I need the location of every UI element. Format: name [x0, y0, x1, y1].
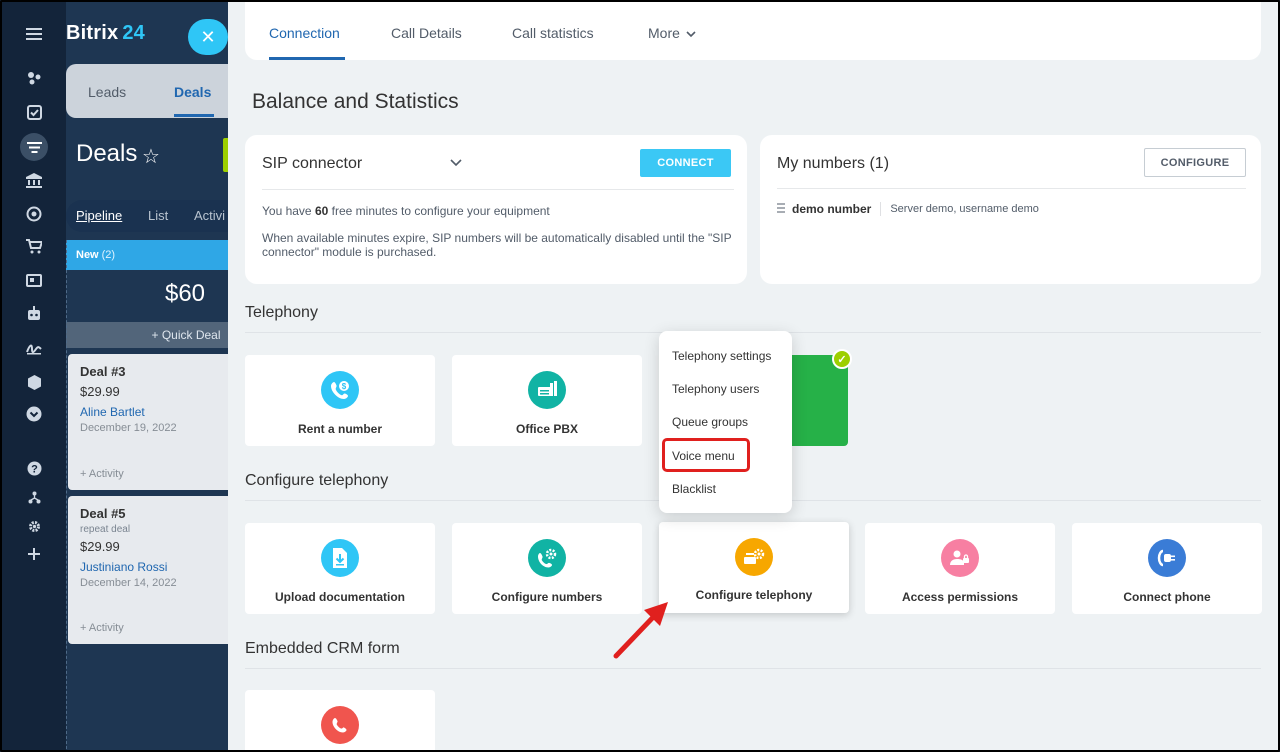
check-icon: ✓ — [832, 349, 852, 369]
sip-title: SIP connector — [262, 155, 363, 172]
target-icon[interactable] — [22, 202, 46, 226]
plus-icon[interactable] — [22, 542, 46, 566]
phone-dollar-icon: $ — [321, 371, 359, 409]
menu-item-blacklist[interactable]: Blacklist — [672, 482, 716, 496]
robot-icon[interactable] — [22, 301, 46, 325]
tab-underline — [174, 114, 214, 117]
number-info: Server demo, username demo — [890, 203, 1039, 215]
bank-icon[interactable] — [22, 168, 46, 192]
tab-call-statistics[interactable]: Call statistics — [512, 25, 594, 41]
chevron-down-icon — [686, 30, 696, 41]
connect-phone-tile[interactable]: Connect phone — [1072, 523, 1262, 614]
voice-menu-highlight — [662, 438, 750, 472]
tab-more[interactable]: More — [648, 25, 696, 41]
separator — [880, 202, 882, 216]
sip-notice-text: When available minutes expire, SIP numbe… — [262, 231, 732, 259]
close-icon: ✕ — [200, 26, 216, 47]
telephony-gear-icon — [735, 538, 773, 576]
brand-logo: Bitrix 24 — [66, 22, 145, 44]
crm-form-heading: Embedded CRM form — [245, 640, 400, 657]
settings-icon[interactable] — [22, 514, 46, 538]
telephony-heading: Telephony — [245, 304, 318, 321]
annotation-arrow-icon — [613, 602, 668, 659]
sip-connector-card: SIP connector CONNECT You have 60 free m… — [245, 135, 747, 284]
column-divider — [66, 240, 67, 750]
number-row[interactable]: demo number Server demo, username demo — [777, 202, 1039, 216]
crm-form-tile[interactable] — [245, 690, 435, 750]
more-label: More — [648, 25, 680, 41]
tab-pipeline[interactable]: Pipeline — [76, 208, 122, 223]
page-title: Deals — [76, 140, 138, 167]
chevron-circle-icon[interactable] — [22, 402, 46, 426]
tab-connection[interactable]: Connection — [269, 25, 340, 41]
contact-card-icon[interactable] — [22, 268, 46, 292]
free-minutes-count: 60 — [314, 204, 329, 218]
access-permissions-tile[interactable]: Access permissions — [865, 523, 1055, 614]
tile-label: Rent a number — [297, 422, 382, 436]
my-numbers-card: My numbers (1) CONFIGURE demo number Ser… — [760, 135, 1261, 284]
svg-text:$: $ — [342, 382, 347, 391]
plug-icon — [1148, 539, 1186, 577]
active-tab-underline — [269, 57, 345, 60]
pbx-icon — [528, 371, 566, 409]
tile-label: Upload documentation — [275, 590, 405, 604]
tile-label: Configure telephony — [695, 588, 813, 602]
sign-icon[interactable] — [22, 336, 46, 360]
office-pbx-tile[interactable]: Office PBX — [452, 355, 642, 446]
phone-red-icon — [321, 706, 359, 744]
crm-icon[interactable] — [20, 133, 48, 161]
balance-heading: Balance and Statistics — [252, 90, 459, 113]
tab-leads[interactable]: Leads — [88, 84, 126, 100]
menu-item-queue-groups[interactable]: Queue groups — [672, 415, 748, 429]
connect-button[interactable]: CONNECT — [640, 149, 731, 177]
tab-deals[interactable]: Deals — [174, 84, 211, 100]
tab-list[interactable]: List — [148, 208, 168, 223]
sitemap-icon[interactable] — [22, 485, 46, 509]
list-icon — [777, 202, 785, 216]
phone-gear-icon — [528, 539, 566, 577]
app-frame: ? Bitrix 24 ✕ Leads Deals Deals ☆ Pipelin… — [0, 0, 1280, 752]
download-doc-icon — [321, 539, 359, 577]
help-icon[interactable]: ? — [22, 456, 46, 480]
stage-name: New — [76, 249, 99, 261]
telephony-dropdown-menu: Telephony settings Telephony users Queue… — [659, 331, 792, 513]
star-icon[interactable]: ☆ — [142, 144, 160, 169]
top-nav: Connection Call Details Call statistics … — [245, 2, 1261, 60]
stage-count: (2) — [101, 249, 116, 261]
number-name: demo number — [792, 202, 872, 216]
cart-icon[interactable] — [22, 234, 46, 258]
left-rail: ? — [2, 2, 66, 750]
my-numbers-title: My numbers (1) — [777, 155, 890, 172]
section-divider — [245, 668, 1261, 669]
close-slider-button[interactable]: ✕ — [188, 19, 228, 55]
tile-label: Office PBX — [515, 422, 578, 436]
menu-item-telephony-users[interactable]: Telephony users — [672, 382, 759, 396]
menu-icon[interactable] — [22, 22, 46, 46]
divider — [262, 189, 734, 190]
tab-activities[interactable]: Activi — [194, 208, 225, 223]
add-activity-link[interactable]: + Activity — [80, 622, 124, 634]
tile-label: Connect phone — [1123, 590, 1211, 604]
upload-documentation-tile[interactable]: Upload documentation — [245, 523, 435, 614]
free-minutes-text: You have 60 free minutes to configure yo… — [262, 204, 550, 218]
add-activity-link[interactable]: + Activity — [80, 468, 124, 480]
tasks-icon[interactable] — [22, 100, 46, 124]
configure-heading: Configure telephony — [245, 472, 389, 489]
configure-button[interactable]: CONFIGURE — [1144, 148, 1246, 177]
divider — [777, 188, 1246, 189]
tile-label: Access permissions — [901, 590, 1019, 604]
feed-icon[interactable] — [22, 66, 46, 90]
svg-text:?: ? — [31, 463, 38, 475]
rent-number-tile[interactable]: $ Rent a number — [245, 355, 435, 446]
tab-call-details[interactable]: Call Details — [391, 25, 462, 41]
user-lock-icon — [941, 539, 979, 577]
telephony-slider: Connection Call Details Call statistics … — [228, 2, 1278, 750]
box-icon[interactable] — [22, 370, 46, 394]
configure-telephony-tile[interactable]: Configure telephony — [659, 522, 849, 613]
chevron-down-icon[interactable] — [450, 154, 462, 170]
menu-item-telephony-settings[interactable]: Telephony settings — [672, 349, 771, 363]
